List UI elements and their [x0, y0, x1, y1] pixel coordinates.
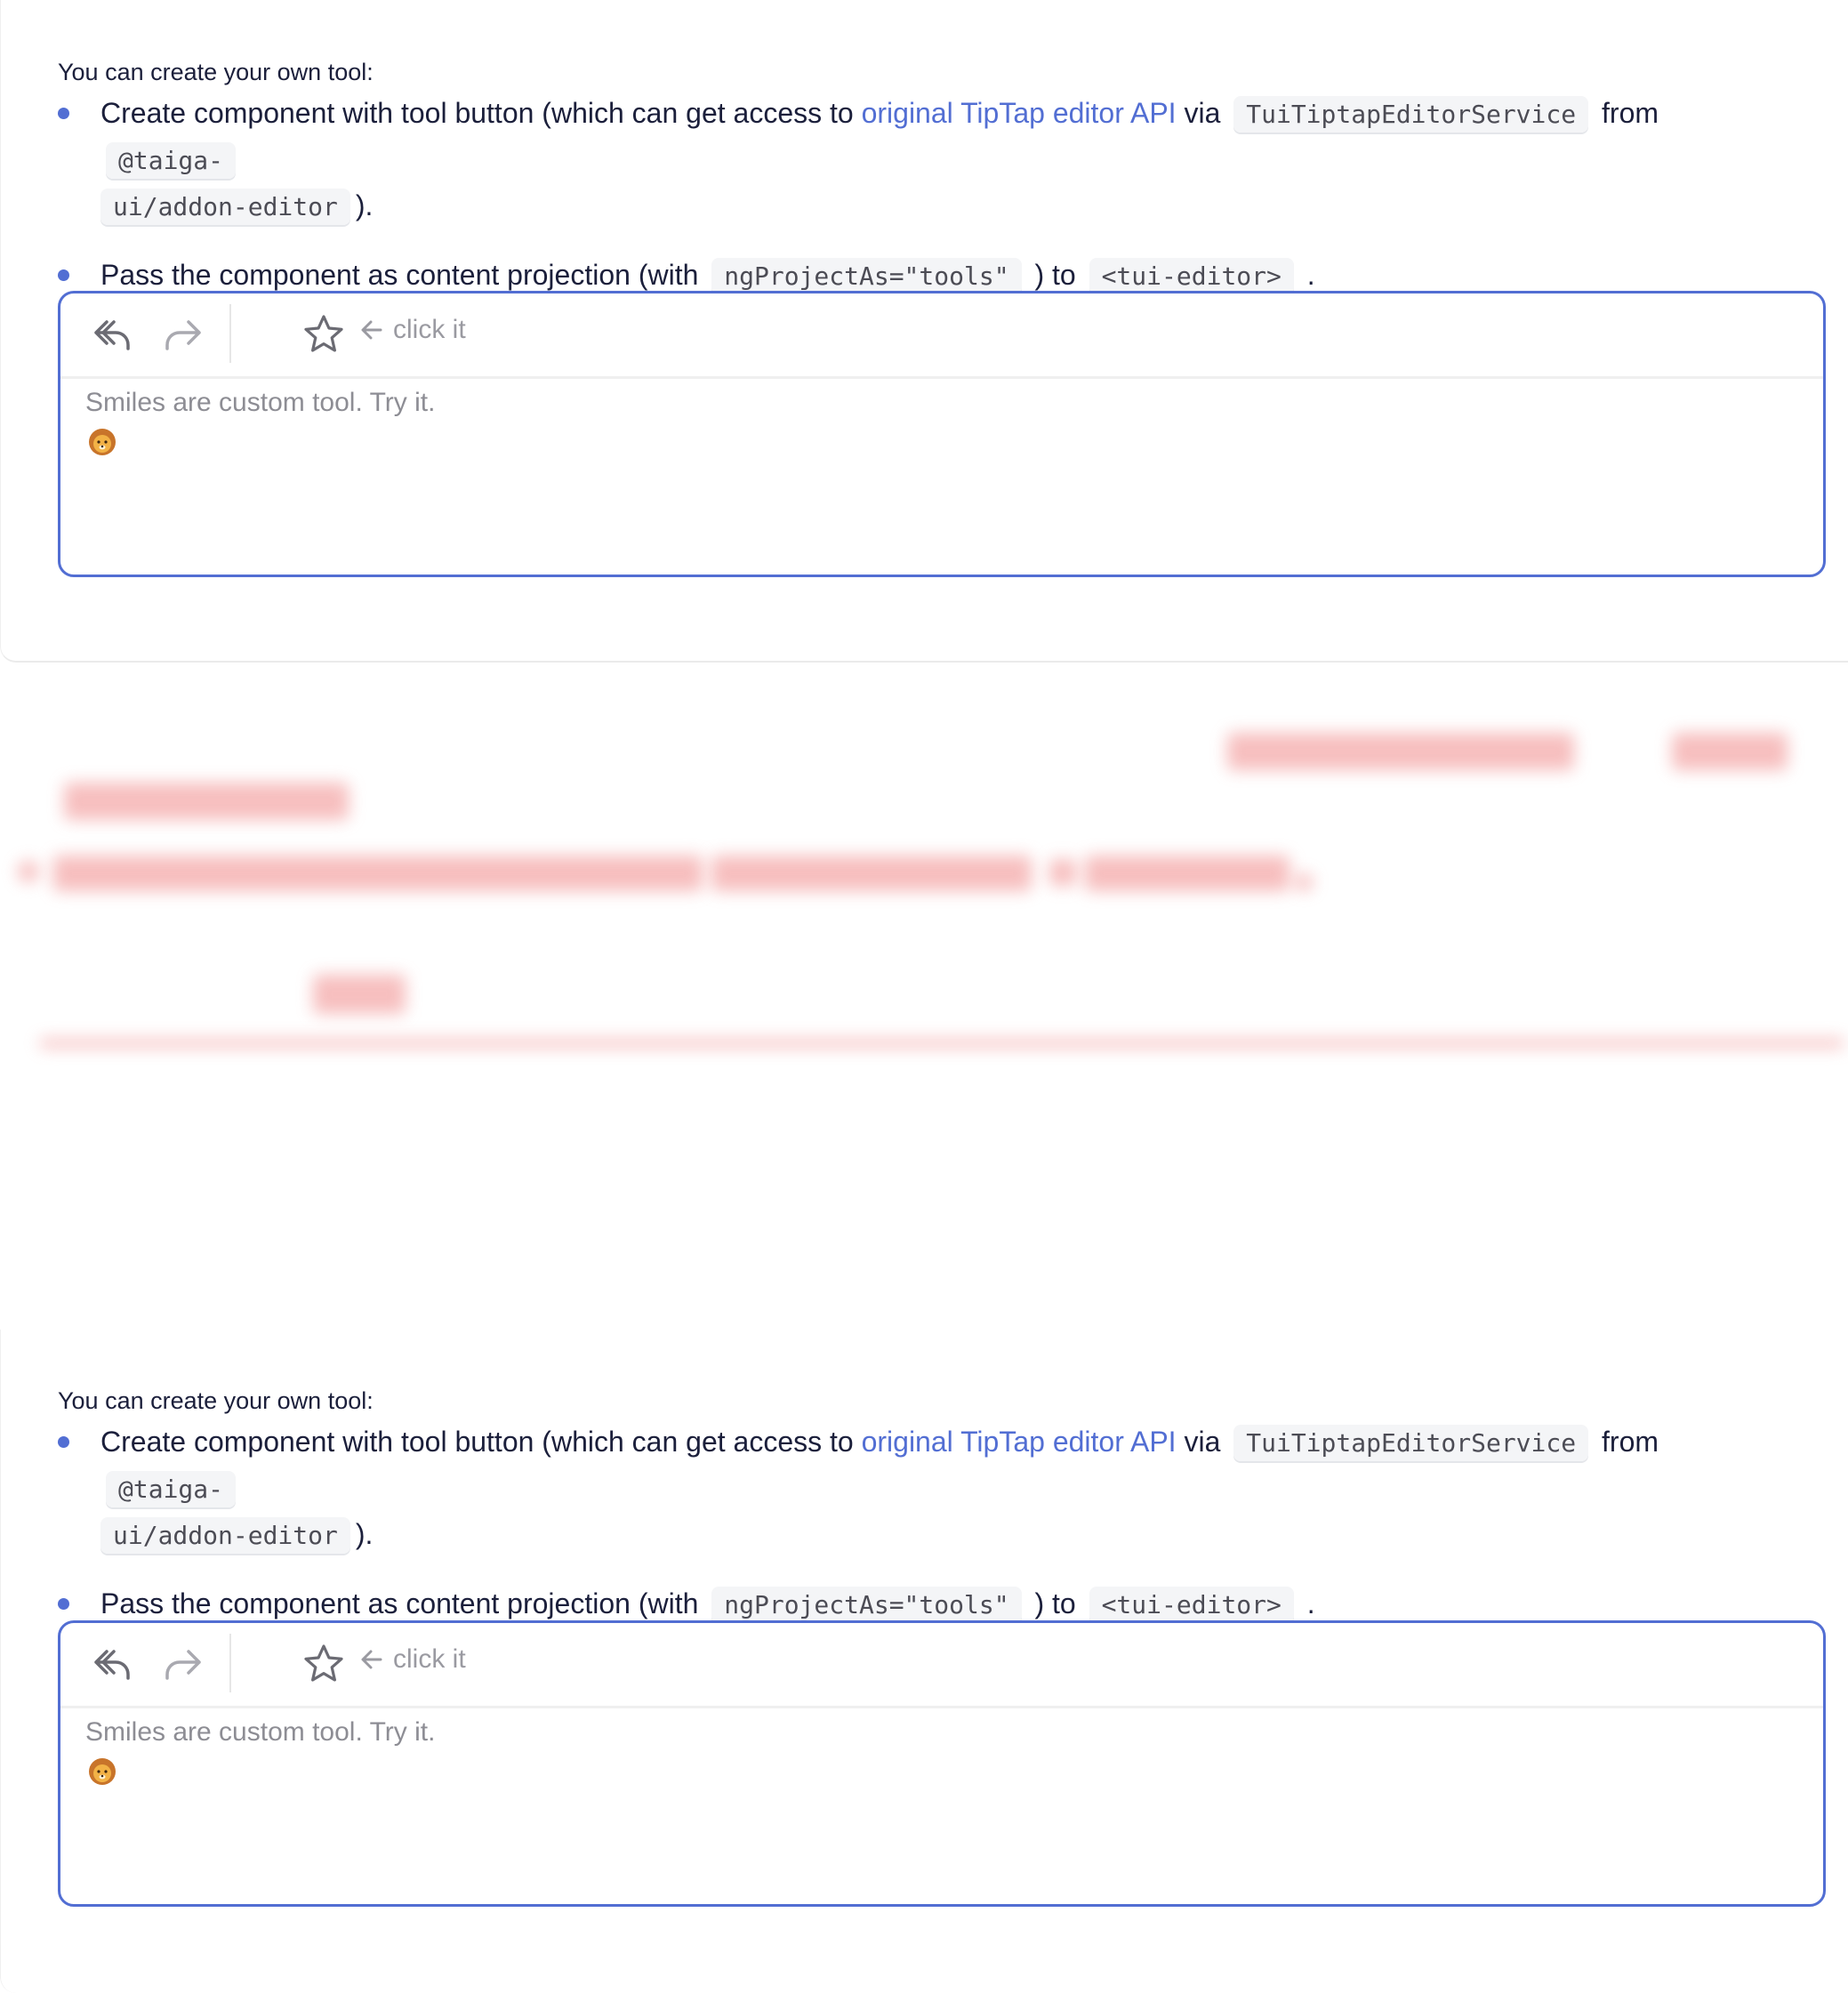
toolbar-divider	[229, 304, 231, 363]
demo-card-top: You can create your own tool: Create com…	[0, 0, 1848, 663]
redo-icon	[165, 1650, 201, 1680]
hint-text: click it	[393, 315, 466, 344]
bullet-text: via	[1184, 1426, 1221, 1458]
intro-text: You can create your own tool:	[58, 59, 374, 85]
bullet-dot	[58, 1436, 69, 1448]
bullet-text: .	[1306, 1587, 1315, 1619]
list-item: Create component with tool button (which…	[58, 91, 1765, 229]
code-snippet: TuiTiptapEditorService	[1233, 96, 1589, 133]
bullet-text: ) to	[1034, 1587, 1076, 1619]
undo-icon	[94, 1650, 130, 1680]
editor[interactable]: click it Smiles are custom tool. Try it.	[58, 1620, 1826, 1907]
editor-toolbar: click it	[60, 293, 1823, 379]
bullet-text: from	[1602, 97, 1659, 129]
editor[interactable]: click it Smiles are custom tool. Try it.	[58, 291, 1826, 577]
bullet-text: ) to	[1034, 259, 1076, 291]
bullet-text: via	[1184, 97, 1221, 129]
toolbar-hint: click it	[359, 315, 466, 345]
code-snippet: ngProjectAs="tools"	[711, 1587, 1022, 1623]
undo-button[interactable]	[87, 1639, 137, 1689]
code-snippet: ui/addon-editor	[100, 189, 350, 225]
toolbar-divider	[229, 1634, 231, 1692]
toolbar-hint: click it	[359, 1644, 466, 1675]
code-snippet: @taiga-	[106, 1471, 237, 1507]
lion-face-emoji	[89, 429, 116, 455]
bullet-text: from	[1602, 1426, 1659, 1458]
star-button[interactable]	[299, 1639, 349, 1689]
bullet-text: Pass the component as content projection…	[100, 1587, 699, 1619]
redo-icon	[165, 320, 201, 350]
bullet-text: Pass the component as content projection…	[100, 259, 699, 291]
arrow-left-icon	[361, 1650, 382, 1669]
bullet-text: Create component with tool button (which…	[100, 97, 854, 129]
code-snippet: ui/addon-editor	[100, 1517, 350, 1554]
bullet-text: Create component with tool button (which…	[100, 1426, 854, 1458]
code-snippet: ngProjectAs="tools"	[711, 258, 1022, 294]
code-snippet: TuiTiptapEditorService	[1233, 1425, 1589, 1461]
lion-face-emoji	[89, 1758, 116, 1785]
intro-text: You can create your own tool:	[58, 1387, 374, 1414]
bullet-text: ).	[355, 189, 374, 221]
star-icon	[304, 1644, 343, 1682]
tiptap-api-link[interactable]: original TipTap editor API	[862, 97, 1177, 129]
editor-toolbar: click it	[60, 1623, 1823, 1708]
star-icon	[304, 315, 343, 352]
bullet-list: Create component with tool button (which…	[58, 91, 1765, 322]
undo-icon	[94, 320, 130, 350]
star-button[interactable]	[299, 309, 349, 359]
bullet-dot	[58, 1598, 69, 1610]
hint-text: click it	[393, 1644, 466, 1674]
bullet-list: Create component with tool button (which…	[58, 1419, 1765, 1651]
bullet-text: ).	[355, 1518, 374, 1550]
code-snippet: @taiga-	[106, 142, 237, 179]
tiptap-api-link[interactable]: original TipTap editor API	[862, 1426, 1177, 1458]
editor-content[interactable]: Smiles are custom tool. Try it.	[85, 1717, 435, 1748]
code-snippet: <tui-editor>	[1089, 1587, 1294, 1623]
demo-card-bottom: You can create your own tool: Create com…	[0, 1330, 1848, 1993]
redo-button[interactable]	[158, 309, 208, 359]
bullet-dot	[58, 269, 69, 281]
bullet-dot	[58, 108, 69, 119]
bullet-text: .	[1306, 259, 1315, 291]
undo-button[interactable]	[87, 309, 137, 359]
list-item: Create component with tool button (which…	[58, 1419, 1765, 1558]
redo-button[interactable]	[158, 1639, 208, 1689]
editor-content[interactable]: Smiles are custom tool. Try it.	[85, 388, 435, 418]
arrow-left-icon	[361, 320, 382, 340]
code-snippet: <tui-editor>	[1089, 258, 1294, 294]
blurred-region	[0, 685, 1848, 1094]
